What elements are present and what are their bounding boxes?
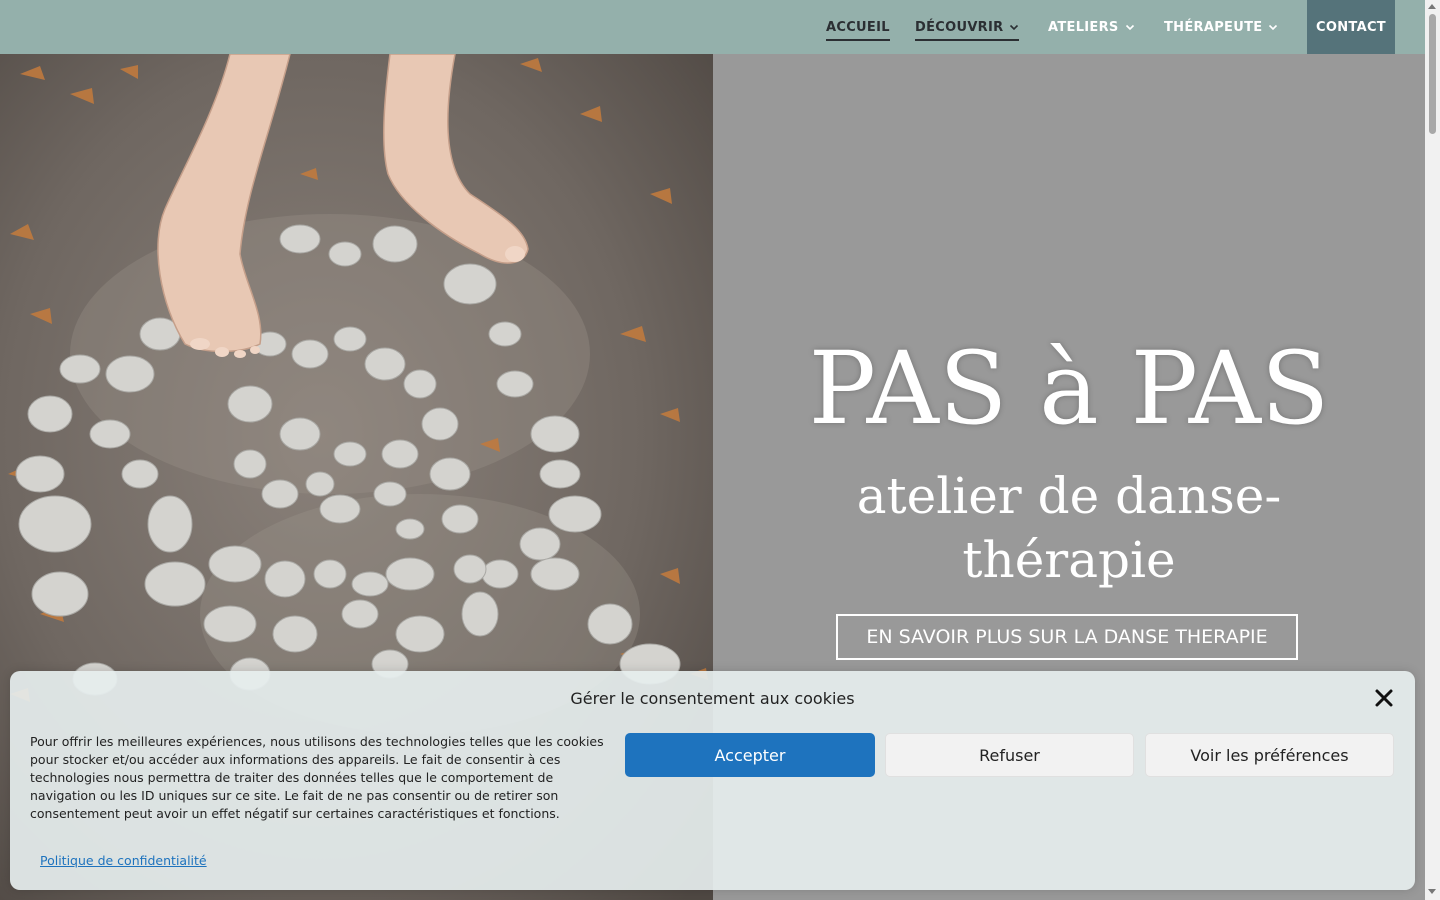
nav-item-ateliers[interactable]: ATELIERS <box>1048 0 1135 54</box>
cookie-banner-text: Pour offrir les meilleures expériences, … <box>30 734 604 821</box>
close-icon[interactable] <box>1374 688 1394 708</box>
nav-item-decouvrir[interactable]: DÉCOUVRIR <box>915 0 1020 54</box>
cookie-consent-banner: Gérer le consentement aux cookies Pour o… <box>10 671 1415 890</box>
nav-item-label: ATELIERS <box>1048 19 1119 35</box>
scrollbar-thumb[interactable] <box>1429 14 1436 134</box>
hero-subtitle: atelier de danse-thérapie <box>856 467 1282 589</box>
cookie-preferences-button[interactable]: Voir les préférences <box>1145 733 1394 777</box>
top-navigation-bar: ACCUEIL DÉCOUVRIR ATELIERS THÉRAPEUTE CO… <box>0 0 1425 54</box>
chevron-down-icon <box>1269 24 1278 31</box>
nav-item-label: DÉCOUVRIR <box>915 19 1004 35</box>
scroll-up-arrow-icon[interactable] <box>1428 4 1436 9</box>
chevron-down-icon <box>1010 24 1019 31</box>
nav-item-label: ACCUEIL <box>826 19 890 35</box>
nav-item-therapeute[interactable]: THÉRAPEUTE <box>1164 0 1278 54</box>
nav-item-accueil[interactable]: ACCUEIL <box>826 0 890 54</box>
hero-title: PAS à PAS <box>808 330 1330 447</box>
nav-item-label: THÉRAPEUTE <box>1164 19 1263 35</box>
chevron-down-icon <box>1125 24 1134 31</box>
accept-cookies-button[interactable]: Accepter <box>625 733 875 777</box>
page-scrollbar[interactable] <box>1425 0 1440 900</box>
refuse-cookies-button[interactable]: Refuser <box>885 733 1134 777</box>
cookie-banner-title: Gérer le consentement aux cookies <box>570 689 855 708</box>
privacy-policy-link[interactable]: Politique de confidentialité <box>40 853 207 868</box>
hero-cta-button[interactable]: EN SAVOIR PLUS SUR LA DANSE THERAPIE <box>836 614 1298 660</box>
scroll-down-arrow-icon[interactable] <box>1428 889 1436 894</box>
nav-contact-button[interactable]: CONTACT <box>1307 0 1395 54</box>
